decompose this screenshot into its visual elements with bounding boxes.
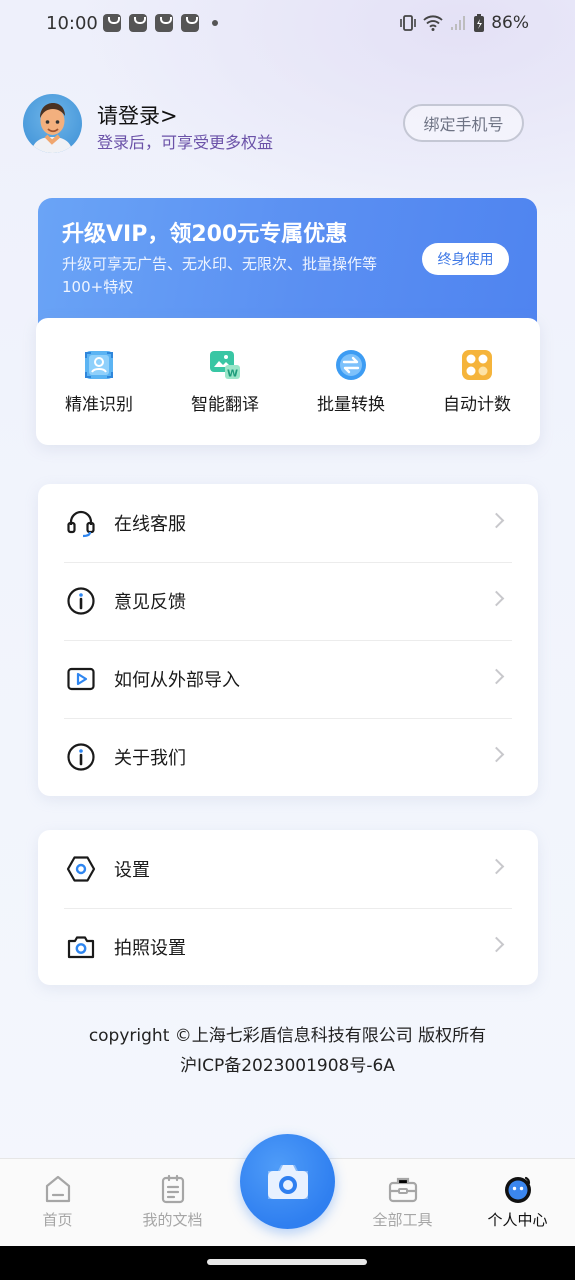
tool-auto-count[interactable]: 自动计数	[414, 318, 540, 445]
nav-my-documents[interactable]: 我的文档	[115, 1159, 230, 1247]
menu-card-primary: 在线客服 意见反馈 如何从外部导入 关于我们	[38, 484, 538, 796]
camera-icon	[67, 936, 95, 959]
chevron-right-icon	[488, 936, 505, 953]
menu-item-about-us[interactable]: 关于我们	[38, 718, 538, 796]
status-bar: 10:00 86%	[0, 0, 575, 48]
status-right: 86%	[399, 12, 529, 34]
headset-icon	[67, 510, 95, 538]
tool-batch-convert[interactable]: 批量转换	[288, 318, 414, 445]
camera-icon	[267, 1164, 308, 1199]
menu-item-camera-settings[interactable]: 拍照设置	[38, 908, 538, 986]
battery-percent: 86%	[491, 13, 529, 33]
menu-item-feedback[interactable]: 意见反馈	[38, 562, 538, 640]
menu-label: 拍照设置	[114, 938, 186, 959]
copyright-footer: copyright ©上海七彩盾信息科技有限公司 版权所有 沪ICP备20230…	[0, 1021, 575, 1081]
menu-item-settings[interactable]: 设置	[38, 830, 538, 908]
tool-label: 精准识别	[65, 395, 133, 415]
menu-label: 意见反馈	[114, 592, 186, 613]
menu-label: 在线客服	[114, 514, 186, 535]
nav-home[interactable]: 首页	[0, 1159, 115, 1247]
home-gesture-bar[interactable]	[207, 1259, 367, 1265]
vip-title: 升级VIP，领200元专属优惠	[62, 222, 348, 247]
vibrate-icon	[400, 15, 417, 31]
icp-text: 沪ICP备2023001908号-6A	[180, 1056, 395, 1076]
nav-label: 首页	[42, 1211, 73, 1229]
login-title[interactable]: 请登录>	[97, 100, 178, 130]
video-play-icon	[67, 667, 95, 691]
login-subtitle: 登录后，可享受更多权益	[97, 133, 274, 152]
vip-banner[interactable]: 升级VIP，领200元专属优惠 升级可享无广告、无水印、无限次、批量操作等100…	[38, 198, 537, 326]
menu-label: 如何从外部导入	[114, 670, 240, 691]
system-navigation-bar	[0, 1246, 575, 1280]
nav-label: 个人中心	[487, 1211, 548, 1229]
notification-bag-icon	[181, 14, 199, 32]
menu-label: 关于我们	[114, 748, 186, 769]
more-notifications-dot	[212, 20, 218, 26]
notification-bag-icon	[129, 14, 147, 32]
auto-count-icon	[462, 350, 492, 380]
info-circle-icon	[67, 587, 95, 615]
menu-card-secondary: 设置 拍照设置	[38, 830, 538, 985]
document-icon	[161, 1174, 184, 1204]
avatar[interactable]	[23, 94, 82, 153]
bind-phone-button[interactable]: 绑定手机号	[403, 104, 524, 142]
svg-text:W: W	[227, 369, 238, 380]
chevron-right-icon	[488, 746, 505, 763]
chevron-right-icon	[488, 590, 505, 607]
avatar-illustration	[31, 103, 73, 153]
chevron-right-icon	[488, 858, 505, 875]
settings-hexagon-icon	[66, 856, 96, 882]
info-circle-icon	[67, 743, 95, 771]
tool-precise-recognition[interactable]: 精准识别	[36, 318, 162, 445]
nav-all-tools[interactable]: 全部工具	[345, 1159, 460, 1247]
nav-label: 我的文档	[142, 1211, 203, 1229]
tool-label: 自动计数	[443, 395, 511, 415]
chevron-right-icon	[488, 512, 505, 529]
lifetime-button[interactable]: 终身使用	[422, 243, 509, 275]
home-icon	[45, 1175, 70, 1203]
batch-convert-icon	[336, 350, 366, 380]
vip-description: 升级可享无广告、无水印、无限次、批量操作等100+特权	[62, 255, 378, 296]
scan-portrait-icon	[85, 351, 113, 379]
tool-label: 批量转换	[317, 395, 385, 415]
wifi-icon	[423, 15, 443, 31]
translate-image-icon: W	[210, 351, 240, 380]
camera-capture-button[interactable]	[240, 1134, 335, 1229]
notification-bag-icon	[155, 14, 173, 32]
toolbox-icon	[388, 1177, 417, 1203]
profile-icon	[504, 1176, 531, 1203]
status-time: 10:00	[46, 13, 98, 34]
nav-personal-center[interactable]: 个人中心	[460, 1159, 575, 1247]
notification-bag-icon	[103, 14, 121, 32]
menu-item-import-guide[interactable]: 如何从外部导入	[38, 640, 538, 718]
menu-label: 设置	[114, 860, 150, 881]
menu-item-online-service[interactable]: 在线客服	[38, 484, 538, 562]
chevron-right-icon	[488, 668, 505, 685]
feature-tools: 精准识别 W 智能翻译 批量转换 自动计数	[36, 318, 540, 445]
signal-icon	[451, 16, 466, 30]
nav-label: 全部工具	[372, 1211, 433, 1229]
copyright-text: copyright ©上海七彩盾信息科技有限公司 版权所有	[88, 1026, 487, 1046]
battery-icon	[474, 14, 485, 32]
tool-label: 智能翻译	[191, 395, 259, 415]
tool-smart-translate[interactable]: W 智能翻译	[162, 318, 288, 445]
